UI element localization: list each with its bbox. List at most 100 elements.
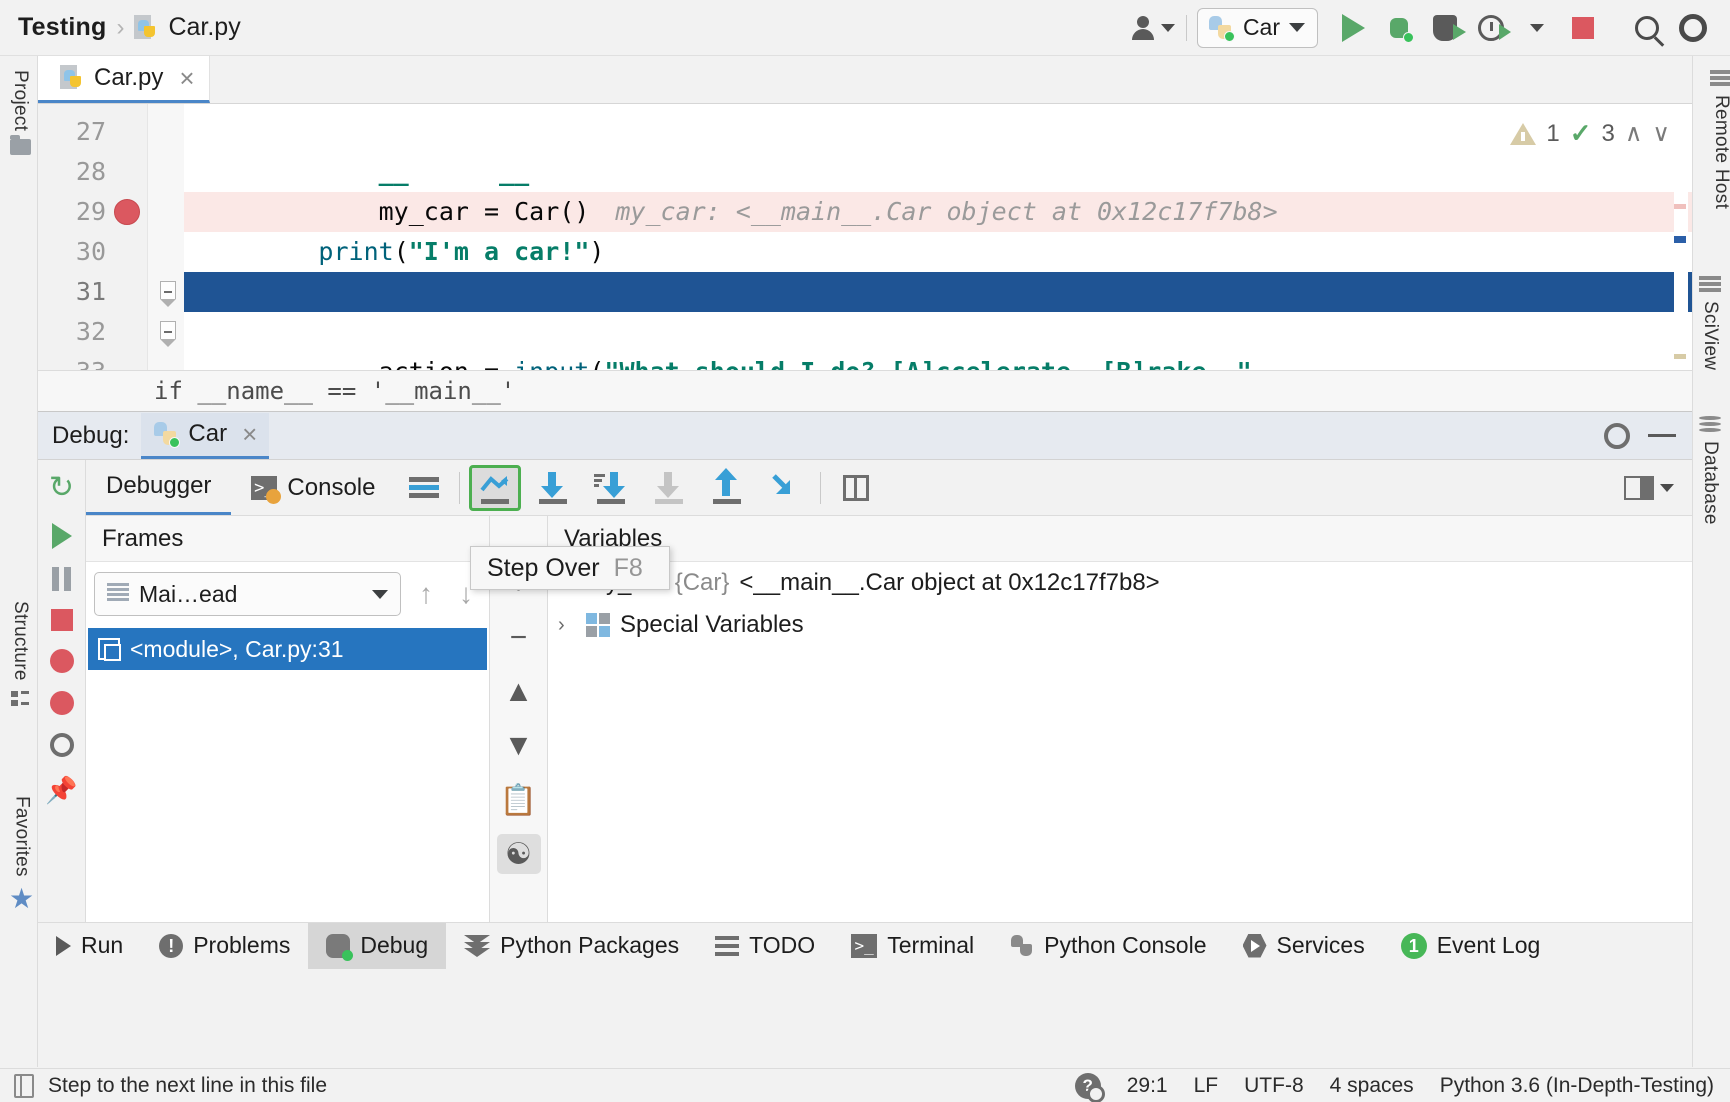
run-configuration-selector[interactable]: Car (1197, 8, 1318, 48)
tool-window-python-packages[interactable]: Python Packages (446, 923, 697, 969)
frame-list-item[interactable]: <module>, Car.py:31 (88, 628, 487, 670)
close-icon[interactable]: × (236, 421, 257, 447)
debug-session-tab[interactable]: Car × (141, 413, 269, 459)
more-run-options-button[interactable] (1514, 5, 1560, 51)
status-bar: Step to the next line in this file ? 29:… (0, 1068, 1730, 1102)
folder-icon (10, 139, 31, 155)
frame-label: <module>, Car.py:31 (130, 636, 344, 663)
close-icon[interactable]: × (173, 65, 194, 91)
stop-icon[interactable] (51, 609, 73, 631)
copy-icon[interactable]: 📋 (497, 780, 541, 820)
step-into-my-code-button[interactable] (585, 465, 637, 511)
variable-row[interactable]: › my_car {Car} <__main__.Car object at 0… (548, 562, 1692, 604)
profile-button[interactable] (1468, 5, 1514, 51)
chevron-right-icon[interactable]: › (558, 614, 576, 637)
pin-icon[interactable]: 📌 (45, 775, 77, 806)
tool-window-event-log[interactable]: 1 Event Log (1383, 923, 1559, 969)
sidebar-item-sciview[interactable]: SciView (1699, 276, 1721, 370)
stop-button[interactable] (1560, 5, 1606, 51)
next-highlight-icon[interactable]: ∨ (1652, 119, 1670, 148)
pycharm-window: Testing › Car.py Car (0, 0, 1730, 1102)
tool-window-debug[interactable]: Debug (308, 923, 446, 969)
breakpoint-icon[interactable] (114, 199, 140, 225)
minimize-icon[interactable] (1648, 434, 1676, 437)
gear-icon[interactable] (50, 733, 74, 757)
run-button[interactable] (1330, 5, 1376, 51)
encoding[interactable]: UTF-8 (1244, 1074, 1304, 1098)
user-account-button[interactable] (1130, 5, 1176, 51)
coverage-button[interactable] (1422, 5, 1468, 51)
view-breakpoints-icon[interactable] (50, 649, 74, 673)
caret-position[interactable]: 29:1 (1127, 1074, 1168, 1098)
editor-gutter[interactable]: 27 28 29 30 31 32 33 (38, 104, 148, 412)
sidebar-item-remote-host[interactable]: Remote Host (1699, 70, 1730, 209)
step-into-button[interactable] (527, 465, 579, 511)
sidebar-item-favorites[interactable]: Favorites ★ (9, 796, 34, 913)
tool-window-run[interactable]: Run (38, 923, 141, 969)
evaluate-expression-icon (843, 475, 869, 501)
tab-console[interactable]: >_ Console (231, 460, 395, 515)
debug-button[interactable] (1376, 5, 1422, 51)
thread-selector[interactable]: Mai…ead (94, 572, 401, 616)
indent-setting[interactable]: 4 spaces (1330, 1074, 1414, 1098)
mute-breakpoints-icon[interactable] (50, 691, 74, 715)
tool-window-todo[interactable]: TODO (697, 923, 833, 969)
settings-button[interactable] (1670, 5, 1716, 51)
move-up-icon[interactable]: ▲ (497, 672, 541, 712)
editor-marker-bar[interactable] (1674, 104, 1688, 412)
tool-window-services[interactable]: Services (1225, 923, 1383, 969)
variable-row[interactable]: › Special Variables (548, 604, 1692, 646)
move-down-icon[interactable]: ▼ (497, 726, 541, 766)
sidebar-item-structure[interactable]: Structure (9, 601, 31, 708)
sidebar-item-database[interactable]: Database (1699, 416, 1721, 525)
help-icon[interactable]: ? (1075, 1073, 1101, 1099)
code-editor[interactable]: 27 28 29 30 31 32 33 __ __ my_car = Car(… (38, 104, 1692, 412)
step-out-button[interactable] (701, 465, 753, 511)
force-step-into-button[interactable] (643, 465, 695, 511)
fold-marker-icon[interactable] (160, 281, 176, 299)
interpreter[interactable]: Python 3.6 (In-Depth-Testing) (1440, 1074, 1714, 1098)
step-over-button[interactable] (469, 465, 521, 511)
pause-icon[interactable] (52, 567, 72, 591)
frame-up-button[interactable]: ↑ (411, 578, 441, 610)
breadcrumb-file[interactable]: Car.py (168, 13, 240, 42)
editor-tab-car-py[interactable]: Car.py × (38, 56, 210, 103)
search-everywhere-button[interactable] (1624, 5, 1670, 51)
previous-highlight-icon[interactable]: ∧ (1625, 119, 1643, 148)
editor-fold-column[interactable] (148, 104, 184, 412)
star-icon: ★ (9, 885, 34, 913)
tool-window-terminal[interactable]: >_ Terminal (833, 923, 992, 969)
remove-watch-icon[interactable]: − (497, 618, 541, 658)
rerun-icon[interactable]: ↻ (49, 470, 74, 505)
tool-window-problems[interactable]: ! Problems (141, 923, 308, 969)
breadcrumb-project[interactable]: Testing (18, 13, 106, 42)
fold-marker-icon[interactable] (160, 321, 176, 339)
marker-warning[interactable] (1674, 354, 1686, 359)
line-number: 27 (38, 112, 106, 152)
structure-icon (11, 689, 30, 708)
debug-content: Debugger >_ Console (86, 460, 1692, 922)
chevron-down-icon[interactable] (1660, 484, 1674, 492)
inspect-icon[interactable]: ☯ (497, 834, 541, 874)
code-text-area[interactable]: __ __ my_car = Car()my_car: <__main__.Ca… (184, 104, 1692, 412)
tool-window-python-console[interactable]: Python Console (992, 923, 1224, 969)
marker-breakpoint[interactable] (1674, 204, 1686, 209)
tool-window-label: Python Console (1044, 932, 1206, 959)
sidebar-item-label: Favorites (11, 796, 33, 877)
run-to-cursor-button[interactable] (759, 465, 811, 511)
resume-icon[interactable] (52, 523, 72, 549)
variable-value: <__main__.Car object at 0x12c17f7b8> (739, 569, 1159, 597)
sidebar-item-project[interactable]: Project (9, 70, 31, 155)
inspection-widget[interactable]: 1 ✓ 3 ∧ ∨ (1506, 116, 1674, 151)
notifications-icon[interactable] (14, 1074, 34, 1098)
gear-icon[interactable] (1604, 423, 1630, 449)
marker-execution[interactable] (1674, 236, 1686, 243)
layout-settings-icon[interactable] (1624, 476, 1654, 500)
tab-debugger[interactable]: Debugger (86, 460, 231, 515)
tool-window-bar: Run ! Problems Debug Python Packages TOD… (38, 922, 1692, 968)
evaluate-expression-button[interactable] (830, 465, 882, 511)
force-step-into-icon (652, 472, 686, 504)
event-log-badge: 1 (1401, 933, 1427, 959)
show-execution-point-button[interactable] (398, 465, 450, 511)
line-separator[interactable]: LF (1194, 1074, 1219, 1098)
